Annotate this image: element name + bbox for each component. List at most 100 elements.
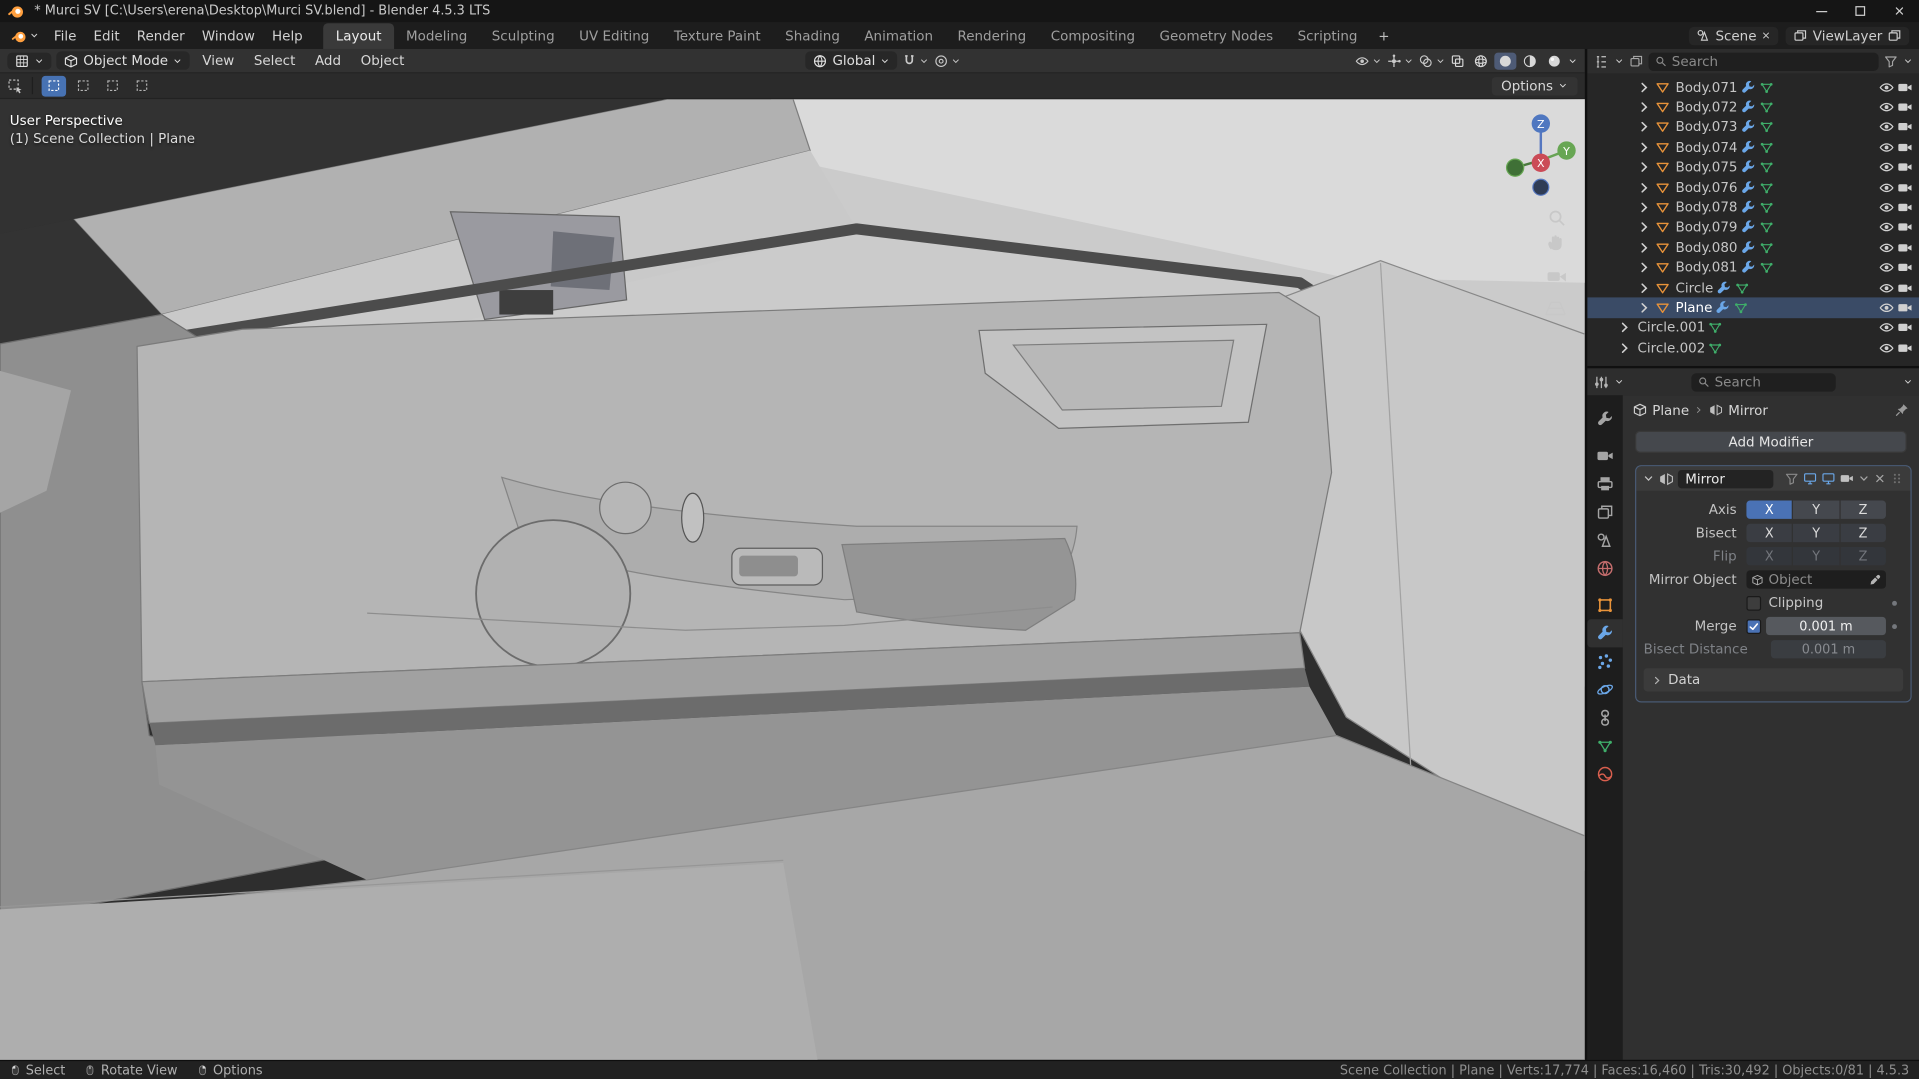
object-name[interactable]: Circle bbox=[1675, 280, 1713, 296]
properties-tab-render[interactable] bbox=[1587, 442, 1622, 470]
visibility-dropdown[interactable] bbox=[1355, 53, 1382, 68]
expand-icon[interactable] bbox=[1636, 280, 1652, 296]
merge-threshold-field[interactable]: 0.001 m bbox=[1766, 616, 1886, 636]
drag-handle-icon[interactable] bbox=[1890, 471, 1905, 486]
hide-viewport-toggle[interactable] bbox=[1879, 179, 1895, 195]
hide-viewport-toggle[interactable] bbox=[1879, 340, 1895, 356]
outliner-search-input[interactable]: Search bbox=[1648, 52, 1879, 71]
object-name[interactable]: Body.078 bbox=[1675, 200, 1737, 216]
properties-editor-icon[interactable] bbox=[1593, 374, 1609, 390]
gizmo-z-label[interactable]: Z bbox=[1537, 118, 1545, 131]
object-name[interactable]: Body.076 bbox=[1675, 179, 1737, 195]
expand-icon[interactable] bbox=[1636, 139, 1652, 155]
disable-render-toggle[interactable] bbox=[1897, 260, 1913, 276]
disable-render-toggle[interactable] bbox=[1897, 159, 1913, 175]
eyedropper-icon[interactable] bbox=[1869, 573, 1881, 585]
workspace-tab-shading[interactable]: Shading bbox=[773, 23, 852, 49]
xray-toggle-icon[interactable] bbox=[1450, 53, 1465, 68]
tool-options-dropdown[interactable]: Options bbox=[1491, 76, 1578, 95]
disable-render-toggle[interactable] bbox=[1897, 280, 1913, 296]
modifier-name-field[interactable]: Mirror bbox=[1677, 469, 1774, 488]
properties-tab-tool[interactable] bbox=[1587, 405, 1622, 433]
scene-3d-render[interactable] bbox=[0, 99, 1585, 1060]
select-box-tool-icon[interactable] bbox=[7, 78, 23, 94]
properties-tab-world[interactable] bbox=[1587, 554, 1622, 582]
outliner-row-body.079[interactable]: Body.079 bbox=[1587, 218, 1919, 238]
properties-tab-modifiers[interactable] bbox=[1587, 619, 1623, 648]
navigation-gizmo[interactable]: Z Y X bbox=[1502, 106, 1580, 339]
properties-tab-constraints[interactable] bbox=[1587, 704, 1622, 732]
proportional-editing-toggle[interactable] bbox=[934, 53, 961, 68]
mode-selector[interactable]: Object Mode bbox=[56, 51, 191, 70]
pin-icon[interactable] bbox=[1895, 403, 1910, 418]
menu-help[interactable]: Help bbox=[263, 25, 311, 46]
gizmo-y-label[interactable]: Y bbox=[1562, 145, 1570, 158]
workspace-tab-texture-paint[interactable]: Texture Paint bbox=[662, 23, 773, 49]
minimize-button[interactable] bbox=[1802, 0, 1841, 22]
snapping-toggle[interactable] bbox=[902, 53, 929, 68]
object-name[interactable]: Body.073 bbox=[1675, 119, 1737, 135]
bisect-x-button[interactable]: X bbox=[1746, 523, 1793, 543]
workspace-tab-rendering[interactable]: Rendering bbox=[945, 23, 1038, 49]
outliner-row-body.081[interactable]: Body.081 bbox=[1587, 258, 1919, 278]
expand-icon[interactable] bbox=[1617, 340, 1633, 356]
workspace-tab-uv-editing[interactable]: UV Editing bbox=[567, 23, 662, 49]
realtime-display-toggle-icon[interactable] bbox=[1821, 471, 1836, 486]
disable-render-toggle[interactable] bbox=[1897, 79, 1913, 95]
menu-render[interactable]: Render bbox=[128, 25, 193, 46]
breadcrumb-modifier[interactable]: Mirror bbox=[1728, 402, 1768, 418]
display-mode-icon[interactable] bbox=[1629, 54, 1644, 69]
modifier-extras-icon[interactable] bbox=[1858, 472, 1870, 484]
flip-y-button[interactable]: Y bbox=[1793, 547, 1840, 566]
shading-solid-button[interactable] bbox=[1494, 52, 1517, 70]
animate-decorator-icon[interactable] bbox=[1892, 623, 1897, 629]
hide-viewport-toggle[interactable] bbox=[1879, 320, 1895, 336]
select-mode-new-button[interactable] bbox=[41, 75, 67, 97]
select-mode-extend-button[interactable] bbox=[71, 75, 95, 96]
properties-tab-data[interactable] bbox=[1587, 732, 1622, 760]
disable-render-toggle[interactable] bbox=[1897, 200, 1913, 216]
expand-icon[interactable] bbox=[1636, 300, 1652, 316]
hide-viewport-toggle[interactable] bbox=[1879, 240, 1895, 256]
outliner-row-body.076[interactable]: Body.076 bbox=[1587, 177, 1919, 197]
breadcrumb-object[interactable]: Plane bbox=[1652, 402, 1689, 418]
gizmos-dropdown[interactable] bbox=[1387, 53, 1414, 68]
bisect-y-button[interactable]: Y bbox=[1793, 523, 1840, 543]
axis-y-button[interactable]: Y bbox=[1793, 500, 1840, 519]
transform-orientation-selector[interactable]: Global bbox=[805, 51, 898, 70]
unlink-scene-icon[interactable] bbox=[1761, 31, 1771, 41]
outliner-row-circle.002[interactable]: Circle.002 bbox=[1587, 338, 1919, 358]
workspace-tab-layout[interactable]: Layout bbox=[323, 23, 394, 49]
object-name[interactable]: Body.079 bbox=[1675, 220, 1737, 236]
hide-viewport-toggle[interactable] bbox=[1879, 99, 1895, 115]
delete-modifier-icon[interactable] bbox=[1874, 472, 1886, 484]
outliner-row-body.072[interactable]: Body.072 bbox=[1587, 97, 1919, 117]
expand-icon[interactable] bbox=[1617, 320, 1633, 336]
on-cage-toggle-icon[interactable] bbox=[1784, 471, 1799, 486]
object-name[interactable]: Body.075 bbox=[1675, 159, 1737, 175]
expand-icon[interactable] bbox=[1636, 99, 1652, 115]
shading-material-button[interactable] bbox=[1519, 52, 1541, 69]
outliner-row-body.074[interactable]: Body.074 bbox=[1587, 137, 1919, 157]
view-menu[interactable]: View bbox=[195, 51, 242, 69]
workspace-tab-modeling[interactable]: Modeling bbox=[394, 23, 480, 49]
disable-render-toggle[interactable] bbox=[1897, 99, 1913, 115]
axis-z-button[interactable]: Z bbox=[1840, 500, 1886, 519]
outliner-row-body.080[interactable]: Body.080 bbox=[1587, 238, 1919, 258]
add-workspace-button[interactable]: + bbox=[1370, 23, 1398, 49]
object-name[interactable]: Body.072 bbox=[1675, 99, 1737, 115]
gizmo-x-label[interactable]: X bbox=[1537, 157, 1545, 170]
expand-icon[interactable] bbox=[1636, 179, 1652, 195]
expand-icon[interactable] bbox=[1636, 220, 1652, 236]
object-name[interactable]: Circle.001 bbox=[1638, 320, 1706, 336]
expand-icon[interactable] bbox=[1636, 200, 1652, 216]
axis-x-button[interactable]: X bbox=[1746, 500, 1793, 519]
hide-viewport-toggle[interactable] bbox=[1879, 119, 1895, 135]
properties-tab-object[interactable] bbox=[1587, 591, 1622, 619]
hide-viewport-toggle[interactable] bbox=[1879, 159, 1895, 175]
object-name[interactable]: Body.081 bbox=[1675, 260, 1737, 276]
workspace-tab-scripting[interactable]: Scripting bbox=[1285, 23, 1369, 49]
scene-selector[interactable]: Scene bbox=[1688, 26, 1779, 45]
outliner-row-body.073[interactable]: Body.073 bbox=[1587, 117, 1919, 137]
menu-file[interactable]: File bbox=[45, 25, 85, 46]
